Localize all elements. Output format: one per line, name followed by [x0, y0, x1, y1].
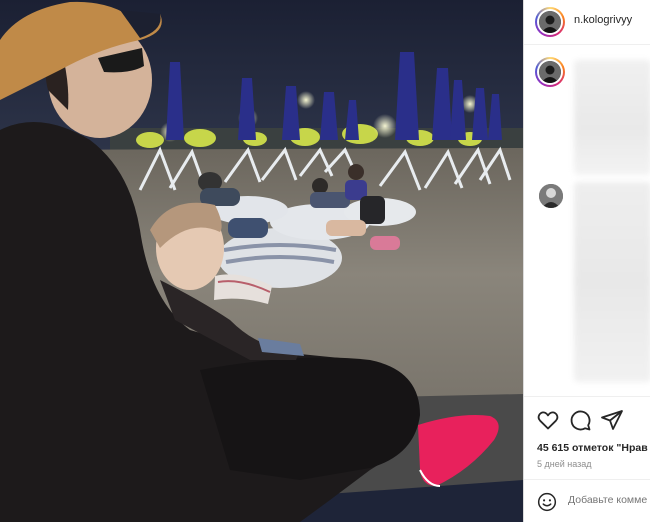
author-username[interactable]: n.kologrivyy: [574, 14, 632, 26]
comment-bar: [524, 479, 650, 523]
post-date[interactable]: 5 дней назад: [537, 459, 592, 469]
post-header: n.kologrivyy: [524, 0, 650, 45]
paper-plane-icon[interactable]: [600, 408, 624, 432]
post-actions: [524, 396, 650, 441]
caption-blurred: [574, 60, 650, 175]
post-side-panel: n.kologrivyy 45 615 отметок "Нрав 5 дней…: [523, 0, 650, 522]
heart-icon[interactable]: [536, 408, 560, 432]
likes-count[interactable]: 45 615 отметок "Нрав: [537, 442, 648, 454]
smiley-icon[interactable]: [537, 492, 557, 512]
avatar-photo: [539, 184, 563, 208]
avatar-photo: [539, 11, 561, 33]
caption-author-avatar[interactable]: [535, 57, 565, 87]
comments-blurred: [574, 182, 650, 382]
comment-icon[interactable]: [568, 408, 592, 432]
comment-input[interactable]: [568, 494, 650, 506]
avatar-photo: [539, 61, 561, 83]
beach-night-photo: [0, 0, 523, 522]
commenter-avatar[interactable]: [539, 184, 563, 208]
post-photo[interactable]: [0, 0, 523, 522]
author-avatar[interactable]: [535, 7, 565, 37]
